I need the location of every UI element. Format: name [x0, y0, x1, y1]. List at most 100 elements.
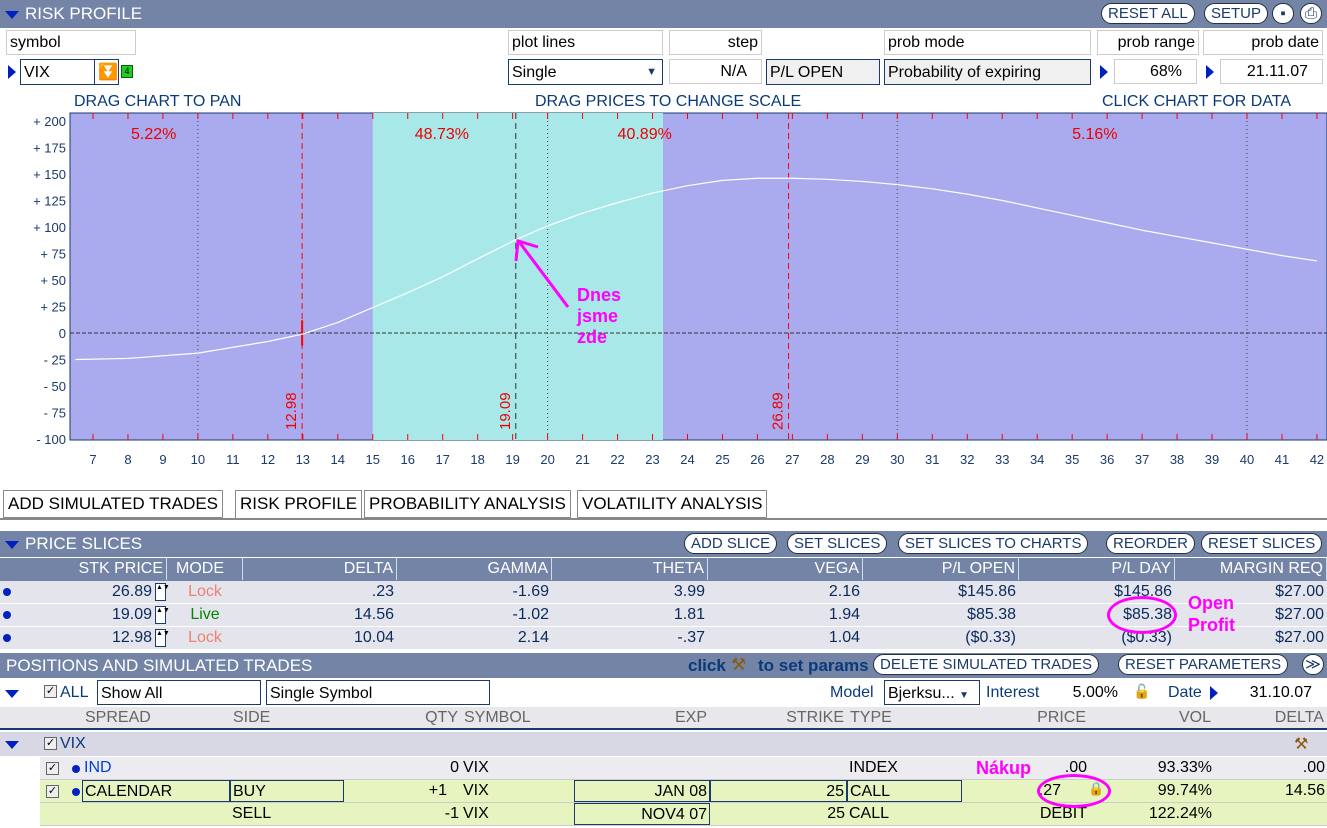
column-header[interactable]: DELTA	[1214, 707, 1327, 729]
interest-input[interactable]: 5.00%	[1050, 684, 1118, 702]
position-cell[interactable]: CALL	[847, 780, 962, 802]
symbol-badge: 4	[121, 65, 133, 78]
column-header[interactable]: MODE	[170, 558, 243, 580]
lock-open-icon[interactable]: 🔓	[1133, 683, 1150, 700]
slice-cell[interactable]: Live	[170, 604, 243, 626]
spinner-icon[interactable]: ▲▼	[155, 606, 170, 624]
wrench-icon[interactable]: ⚒	[1294, 734, 1308, 754]
slice-cell: -1.02	[512, 606, 549, 623]
column-header[interactable]: SIDE	[230, 707, 344, 729]
model-label: Model	[830, 684, 874, 701]
x-tick-label: 42	[1310, 452, 1324, 467]
row-checkbox[interactable]: ✓	[46, 785, 59, 798]
prob-range-input[interactable]: 68%	[1114, 59, 1197, 84]
column-header[interactable]: STRIKE	[710, 707, 847, 729]
position-cell: 0	[450, 759, 459, 776]
position-cell: 25	[827, 805, 845, 822]
x-tick-label: 30	[890, 452, 904, 467]
prob-mode-select[interactable]: Probability of expiring	[884, 59, 1091, 85]
all-checkbox[interactable]: ✓	[44, 685, 57, 698]
collapse-icon[interactable]	[5, 541, 19, 549]
group-label: VIX	[60, 735, 86, 752]
collapse-icon[interactable]	[5, 11, 19, 19]
reset-slices-button[interactable]: RESET SLICES	[1201, 533, 1323, 554]
column-header[interactable]: VEGA	[708, 558, 863, 580]
slice-cell: -.37	[677, 629, 705, 646]
column-header[interactable]: EXP	[574, 707, 710, 729]
slice-cell: $85.38	[967, 606, 1016, 623]
date-input[interactable]: 31.10.07	[1228, 684, 1312, 702]
annotation-buy: Nákup	[976, 758, 1032, 778]
column-header[interactable]: PRICE	[962, 707, 1089, 729]
row-checkbox[interactable]: ✓	[46, 762, 59, 775]
show-filter-select[interactable]: Show All	[97, 680, 261, 705]
price-slices-header: PRICE SLICES ADD SLICE SET SLICES SET SL…	[0, 531, 1327, 557]
column-header[interactable]: TYPE	[847, 707, 962, 729]
annotation-line: jsme	[577, 306, 619, 326]
set-slices-to-charts-button[interactable]: SET SLICES TO CHARTS	[898, 533, 1089, 554]
tab-volatility-analysis[interactable]: VOLATILITY ANALYSIS	[577, 490, 768, 518]
plot-lines-select[interactable]: Single ▼	[508, 59, 663, 85]
tab-probability-analysis[interactable]: PROBABILITY ANALYSIS	[364, 490, 571, 518]
column-header[interactable]: DELTA	[243, 558, 397, 580]
column-header[interactable]: SYMBOL	[461, 707, 574, 729]
column-header[interactable]: GAMMA	[397, 558, 552, 580]
symbol-mode-select[interactable]: Single Symbol	[266, 680, 490, 705]
collapse-icon[interactable]	[5, 690, 19, 698]
column-header[interactable]: P/L DAY	[1019, 558, 1175, 580]
reorder-button[interactable]: REORDER	[1106, 533, 1196, 554]
column-header[interactable]: THETA	[552, 558, 708, 580]
reset-all-button[interactable]: RESET ALL	[1101, 3, 1195, 24]
column-header[interactable]: QTY	[344, 707, 461, 729]
spinner-icon[interactable]: ▲▼	[155, 629, 170, 647]
pl-mode-select[interactable]: P/L OPEN	[766, 59, 880, 85]
detach-icon[interactable]: ▪	[1272, 3, 1294, 24]
position-cell[interactable]: 25	[710, 780, 847, 802]
model-select[interactable]: Bjerksu... ▼	[884, 680, 980, 705]
collapse-icon[interactable]	[5, 741, 19, 749]
x-tick-label: 32	[960, 452, 974, 467]
annotation-line: Dnes	[577, 285, 622, 305]
stk-price-input[interactable]: 19.09	[18, 604, 155, 626]
slice-cell: 10.04	[353, 629, 394, 646]
position-cell[interactable]: BUY	[230, 780, 344, 802]
delete-simulated-trades-button[interactable]: DELETE SIMULATED TRADES	[873, 654, 1099, 675]
add-slice-button[interactable]: ADD SLICE	[684, 533, 778, 554]
expand-icon[interactable]: ≫	[1302, 654, 1324, 675]
stk-price-input[interactable]: 26.89	[18, 581, 155, 603]
symbol-label: symbol	[6, 30, 136, 55]
position-cell[interactable]: JAN 08	[574, 780, 710, 802]
symbol-dropdown-icon[interactable]: ⏬	[94, 59, 119, 85]
y-tick-label: + 100	[33, 220, 66, 235]
play-icon[interactable]	[1210, 686, 1218, 700]
column-header[interactable]: MARGIN REQ	[1175, 558, 1327, 580]
column-header[interactable]: STK PRICE	[18, 558, 167, 580]
set-slices-button[interactable]: SET SLICES	[787, 533, 888, 554]
print-icon[interactable]: ⎙	[1300, 3, 1322, 24]
x-tick-label: 39	[1205, 452, 1219, 467]
column-header[interactable]: VOL	[1089, 707, 1214, 729]
plot-lines-label: plot lines	[508, 30, 663, 55]
play-icon[interactable]	[1100, 65, 1108, 79]
position-cell[interactable]: CALENDAR	[82, 780, 230, 802]
tab-add-simulated-trades[interactable]: ADD SIMULATED TRADES	[3, 490, 224, 518]
step-input[interactable]: N/A	[669, 59, 762, 84]
position-cell[interactable]: NOV4 07	[574, 803, 710, 825]
stk-price-input[interactable]: 12.98	[18, 627, 155, 649]
reset-parameters-button[interactable]: RESET PARAMETERS	[1118, 654, 1289, 675]
play-icon[interactable]	[1206, 65, 1214, 79]
prob-date-input[interactable]: 21.11.07	[1220, 59, 1323, 84]
probability-label: 40.89%	[618, 126, 672, 143]
x-tick-label: 40	[1240, 452, 1254, 467]
symbol-input[interactable]: VIX	[20, 59, 95, 85]
spinner-icon[interactable]: ▲▼	[155, 583, 170, 601]
slice-cell[interactable]: Lock	[170, 581, 243, 603]
risk-profile-chart[interactable]: 7 8 9 10 11 12 13 14 15 16 17 18 19 20 21 22 23 24 25 26 27 2…	[0, 110, 1327, 470]
slice-cell[interactable]: Lock	[170, 627, 243, 649]
column-header[interactable]: P/L OPEN	[863, 558, 1019, 580]
group-row-vix[interactable]: ✓ VIX ⚒	[0, 732, 1327, 756]
setup-button[interactable]: SETUP	[1204, 3, 1269, 24]
column-header[interactable]: SPREAD	[82, 707, 230, 729]
group-checkbox[interactable]: ✓	[44, 737, 57, 750]
tab-risk-profile[interactable]: RISK PROFILE	[235, 490, 363, 518]
